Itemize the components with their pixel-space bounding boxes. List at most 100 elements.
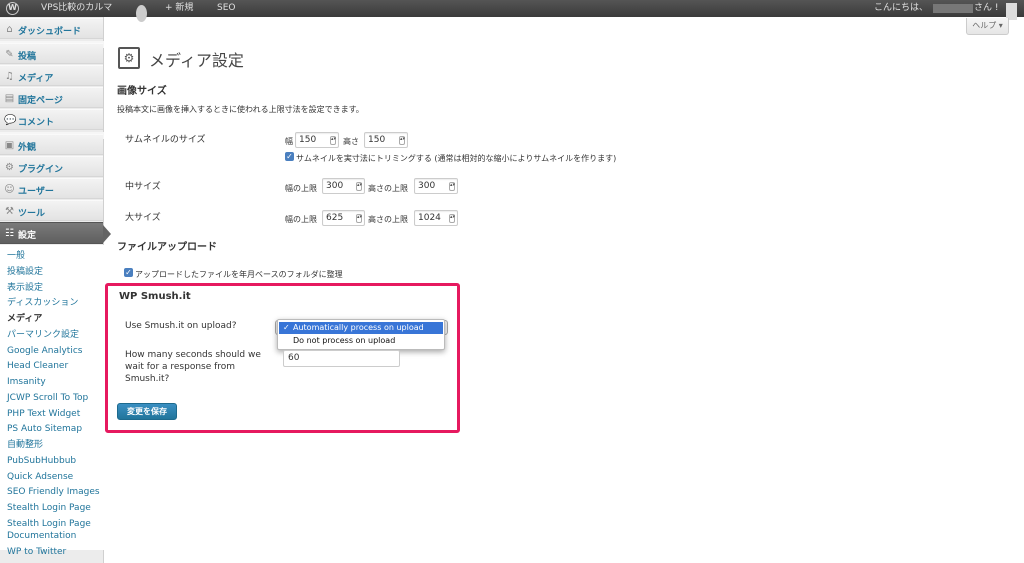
stepper-icon[interactable]: ▴▾ <box>399 136 405 145</box>
wordpress-logo-icon[interactable]: W <box>6 2 19 15</box>
submenu-item-imsanity[interactable]: Imsanity <box>7 377 46 388</box>
large-max-height-value: 1024 <box>418 213 441 223</box>
crop-thumbnail-checkbox[interactable]: ✓ <box>285 152 294 161</box>
sidebar-item-posts[interactable]: ✎ 投稿 <box>0 43 103 64</box>
thumbnail-height-label: 高さ <box>343 137 359 146</box>
checkmark-icon: ✓ <box>283 323 290 332</box>
sidebar-item-plugins[interactable]: ⚙ プラグイン <box>0 156 103 177</box>
submenu-item-jcwp-scroll[interactable]: JCWP Scroll To Top <box>7 393 88 404</box>
site-name-link[interactable]: VPS比較のカルマ <box>41 0 112 17</box>
submenu-item-pubsubhubbub[interactable]: PubSubHubbub <box>7 456 76 467</box>
submenu-item-documentation[interactable]: Documentation <box>7 531 76 542</box>
medium-max-width-input[interactable]: 300 ▴▾ <box>322 178 365 194</box>
medium-max-height-value: 300 <box>418 181 436 191</box>
medium-max-width-value: 300 <box>326 181 344 191</box>
medium-max-height-input[interactable]: 300 ▴▾ <box>414 178 458 194</box>
stepper-icon[interactable]: ▴▾ <box>330 136 336 145</box>
large-size-label: 大サイズ <box>125 213 161 223</box>
seo-menu-link[interactable]: SEO <box>217 0 235 17</box>
large-max-width-input[interactable]: 625 ▴▾ <box>322 210 365 226</box>
medium-max-width-label: 幅の上限 <box>285 184 317 193</box>
active-arrow-icon <box>103 225 111 243</box>
submenu-item-auto-format[interactable]: 自動整形 <box>7 440 43 451</box>
submenu-item-reading[interactable]: 表示設定 <box>7 283 43 294</box>
smush-on-upload-label: Use Smush.it on upload? <box>125 321 237 331</box>
crop-thumbnail-label: サムネイルを実寸法にトリミングする (通常は相対的な縮小によりサムネイルを作りま… <box>296 154 617 163</box>
submenu-item-stealth-login-docs[interactable]: Stealth Login Page <box>7 519 91 530</box>
submenu-item-php-text-widget[interactable]: PHP Text Widget <box>7 409 80 420</box>
thumbnail-height-value: 150 <box>368 135 386 145</box>
smush-timeout-input[interactable]: 60 <box>283 350 400 367</box>
sidebar-item-tools[interactable]: ⚒ ツール <box>0 200 103 221</box>
thumbnail-width-label: 幅 <box>285 137 293 146</box>
dropdown-option-auto[interactable]: ✓ Automatically process on upload <box>279 322 443 334</box>
organize-uploads-label: アップロードしたファイルを年月ベースのフォルダに整理 <box>135 270 343 279</box>
submenu-item-ps-auto-sitemap[interactable]: PS Auto Sitemap <box>7 424 82 435</box>
users-icon: ☺ <box>4 184 15 195</box>
sidebar-item-label: コメント <box>18 118 55 128</box>
new-content-link[interactable]: + 新規 <box>165 0 193 17</box>
thumbnail-height-input[interactable]: 150 ▴▾ <box>364 132 408 148</box>
pin-icon: ✎ <box>5 49 14 60</box>
sidebar-item-label: プラグイン <box>18 165 64 175</box>
plugin-icon: ⚙ <box>5 162 14 173</box>
large-max-height-input[interactable]: 1024 ▴▾ <box>414 210 458 226</box>
redacted-username <box>933 4 973 13</box>
large-max-width-value: 625 <box>326 213 344 223</box>
submenu-item-google-analytics[interactable]: Google Analytics <box>7 346 82 357</box>
sidebar-item-label: メディア <box>18 74 54 84</box>
stepper-icon[interactable]: ▴▾ <box>356 182 362 191</box>
thumbnail-width-value: 150 <box>299 135 317 145</box>
sidebar-item-label: ユーザー <box>18 187 54 197</box>
sidebar-item-label: 設定 <box>18 231 37 241</box>
dropdown-option-none[interactable]: Do not process on upload <box>279 335 443 347</box>
sidebar-item-pages[interactable]: ▤ 固定ページ <box>0 87 103 108</box>
smush-timeout-label-line3: Smush.it? <box>125 374 170 384</box>
sidebar-item-appearance[interactable]: ▣ 外観 <box>0 134 103 155</box>
sidebar-item-settings[interactable]: ☷ 設定 <box>0 222 111 244</box>
save-changes-button[interactable]: 変更を保存 <box>117 403 177 420</box>
greeting-text[interactable]: こんにちは、 <box>874 0 928 17</box>
submenu-item-general[interactable]: 一般 <box>7 251 25 262</box>
stepper-icon[interactable]: ▴▾ <box>449 182 455 191</box>
appearance-icon: ▣ <box>4 140 15 151</box>
settings-page-icon: ⚙ <box>118 47 140 69</box>
submenu-item-stealth-login[interactable]: Stealth Login Page <box>7 503 91 514</box>
submenu-item-permalink[interactable]: パーマリンク設定 <box>7 330 79 341</box>
sidebar-item-label: ダッシュボード <box>18 27 82 37</box>
sidebar-item-dashboard[interactable]: ⌂ ダッシュボード <box>0 18 103 39</box>
sidebar-item-label: ツール <box>18 209 46 219</box>
admin-sidebar: ⌂ ダッシュボード ✎ 投稿 ♫ メディア ▤ 固定ページ 💬 コメント ▣ 外… <box>0 17 111 563</box>
image-size-heading: 画像サイズ <box>117 86 167 97</box>
large-max-height-label: 高さの上限 <box>368 215 408 224</box>
submenu-item-seo-friendly-images[interactable]: SEO Friendly Images <box>7 487 100 498</box>
submenu-item-discussion[interactable]: ディスカッション <box>7 298 78 309</box>
stepper-icon[interactable]: ▴▾ <box>356 214 362 223</box>
page-icon: ▤ <box>4 93 15 104</box>
submenu-item-head-cleaner[interactable]: Head Cleaner <box>7 361 68 372</box>
greeting-suffix[interactable]: さん ! <box>974 0 998 17</box>
medium-size-label: 中サイズ <box>125 182 161 192</box>
smush-timeout-label-line1: How many seconds should we <box>125 350 261 360</box>
medium-max-height-label: 高さの上限 <box>368 184 408 193</box>
large-max-width-label: 幅の上限 <box>285 215 317 224</box>
organize-uploads-checkbox[interactable]: ✓ <box>124 268 133 277</box>
smush-heading: WP Smush.it <box>119 291 191 302</box>
media-icon: ♫ <box>5 71 14 82</box>
submenu-item-writing[interactable]: 投稿設定 <box>7 267 43 278</box>
sidebar-item-media[interactable]: ♫ メディア <box>0 65 103 86</box>
submenu-item-wp-to-twitter[interactable]: WP to Twitter <box>7 547 66 558</box>
file-upload-heading: ファイルアップロード <box>117 242 217 253</box>
option-label: Automatically process on upload <box>293 323 424 332</box>
comment-icon: 💬 <box>4 115 17 126</box>
comment-bubble-icon[interactable] <box>136 5 147 22</box>
sidebar-item-label: 投稿 <box>18 52 37 62</box>
thumbnail-width-input[interactable]: 150 ▴▾ <box>295 132 339 148</box>
sidebar-item-comments[interactable]: 💬 コメント <box>0 109 103 130</box>
smush-on-upload-dropdown: ✓ Automatically process on upload Do not… <box>277 319 445 350</box>
submenu-item-media[interactable]: メディア <box>7 314 42 325</box>
help-tab-button[interactable]: ヘルプ ▾ <box>966 18 1009 35</box>
stepper-icon[interactable]: ▴▾ <box>449 214 455 223</box>
submenu-item-quick-adsense[interactable]: Quick Adsense <box>7 472 73 483</box>
sidebar-item-users[interactable]: ☺ ユーザー <box>0 178 103 199</box>
